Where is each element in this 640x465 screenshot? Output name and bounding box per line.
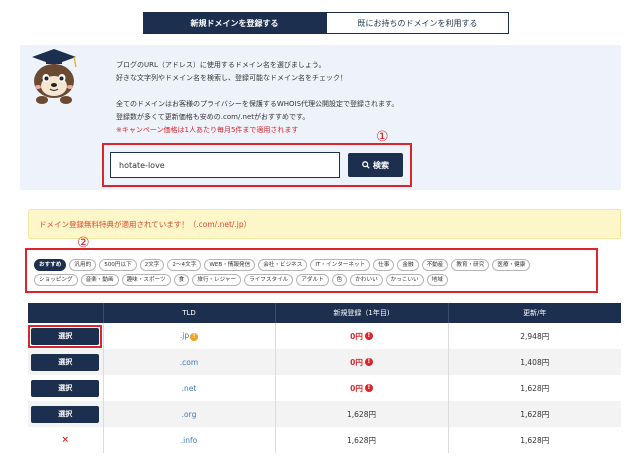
category-chip[interactable]: 金融 <box>397 259 419 271</box>
table-row: 選択 .net 0円! 1,628円 <box>28 375 621 401</box>
category-chip[interactable]: 趣味・スポーツ <box>121 274 171 286</box>
category-chip-recommended[interactable]: おすすめ <box>34 259 67 271</box>
category-chip[interactable]: 医療・健康 <box>492 259 531 271</box>
category-chip[interactable]: 汎用的 <box>69 259 97 271</box>
header-renewal: 更新/年 <box>448 303 621 323</box>
search-highlight-box: 検索 <box>102 143 412 187</box>
tld-name: .com <box>179 357 199 367</box>
renewal-price: 1,628円 <box>448 401 621 427</box>
category-chip[interactable]: アダルト <box>296 274 329 286</box>
select-button[interactable]: 選択 <box>31 379 100 397</box>
info-icon[interactable]: ! <box>364 358 373 366</box>
renewal-price: 1,628円 <box>448 427 621 453</box>
intro-line-1: ブログのURL（アドレス）に使用するドメイン名を選びましょう。 <box>116 61 326 69</box>
category-chip[interactable]: 地域 <box>426 274 448 286</box>
category-chip[interactable]: 2文字 <box>139 259 165 271</box>
tld-name: .org <box>181 409 197 419</box>
category-chip[interactable]: 会社・ビジネス <box>258 259 308 271</box>
intro-line-4: 登録数が多くて更新価格も安めの.com/.netがおすすめです。 <box>116 113 310 121</box>
free-price: 0円! <box>350 357 373 368</box>
table-row: 選択 .com 0円! 1,408円 <box>28 349 621 375</box>
category-chip[interactable]: 仕事 <box>373 259 395 271</box>
renewal-price: 2,948円 <box>448 323 621 349</box>
category-chip[interactable]: WEB・情報発信 <box>204 259 256 271</box>
renewal-price: 1,628円 <box>448 375 621 401</box>
category-chip[interactable]: 音楽・動画 <box>80 274 119 286</box>
campaign-note: ※キャンペーン価格は1人あたり毎月5件まで適用されます <box>116 126 299 134</box>
registration-price: 1,628円 <box>275 401 449 427</box>
category-row-2: ショッピング 音楽・動画 趣味・スポーツ 食 旅行・レジャー ライフスタイル ア… <box>34 274 590 286</box>
intro-line-3: 全てのドメインはお客様のプライバシーを保護するWHOIS代理公開設定で登録されま… <box>116 100 399 108</box>
table-row: × .info 1,628円 1,628円 <box>28 427 621 453</box>
notice-icon[interactable]: ! <box>190 333 199 341</box>
banner-text: ドメイン登録無料特典が適用されています！（.com/.net/.jp） <box>39 219 252 229</box>
select-highlight-box: 選択 <box>28 324 103 348</box>
free-price: 0円! <box>350 383 373 394</box>
unavailable-x-icon: × <box>61 435 70 445</box>
category-chip[interactable]: 500円以下 <box>99 259 137 271</box>
category-row-1: おすすめ 汎用的 500円以下 2文字 2〜4文字 WEB・情報発信 会社・ビジ… <box>34 259 590 271</box>
search-icon <box>362 161 370 169</box>
free-price: 0円! <box>350 331 373 342</box>
category-chip[interactable]: ライフスタイル <box>244 274 294 286</box>
category-chip[interactable]: かっこいい <box>385 274 424 286</box>
table-header-row: TLD 新規登録（1年目) 更新/年 <box>28 303 621 323</box>
category-filter-box: おすすめ 汎用的 500円以下 2文字 2〜4文字 WEB・情報発信 会社・ビジ… <box>25 248 598 293</box>
tab-use-existing-domain[interactable]: 既にお持ちのドメインを利用する <box>326 12 509 34</box>
search-button-label: 検索 <box>373 160 389 170</box>
domain-search-input[interactable] <box>110 152 340 178</box>
category-chip[interactable]: 色 <box>331 274 348 286</box>
header-new-registration: 新規登録（1年目) <box>275 303 449 323</box>
tab-register-new-domain[interactable]: 新規ドメインを登録する <box>143 12 326 34</box>
tld-name: .net <box>181 383 197 393</box>
category-chip[interactable]: 不動産 <box>421 259 449 271</box>
renewal-price: 1,408円 <box>448 349 621 375</box>
category-chip[interactable]: ショッピング <box>34 274 78 286</box>
intro-line-2: 好きな文字列やドメイン名を検索し、登録可能なドメイン名をチェック！ <box>116 74 347 82</box>
free-domain-banner: ドメイン登録無料特典が適用されています！（.com/.net/.jp） <box>28 209 621 239</box>
search-button[interactable]: 検索 <box>348 153 403 177</box>
intro-description: ブログのURL（アドレス）に使用するドメイン名を選びましょう。 好きな文字列やド… <box>116 59 398 137</box>
category-chip[interactable]: 2〜4文字 <box>167 259 202 271</box>
select-button[interactable]: 選択 <box>31 327 100 345</box>
tld-name: .jp <box>179 331 190 340</box>
category-chip[interactable]: 旅行・レジャー <box>192 274 242 286</box>
table-row: 選択 .org 1,628円 1,628円 <box>28 401 621 427</box>
registration-price: 1,628円 <box>275 427 449 453</box>
info-icon[interactable]: ! <box>364 332 373 340</box>
header-action <box>28 303 104 323</box>
domain-results-table: TLD 新規登録（1年目) 更新/年 選択 .jp! 0円! 2,948円 選択… <box>28 303 621 453</box>
table-row: 選択 .jp! 0円! 2,948円 <box>28 323 621 349</box>
category-chip[interactable]: かわいい <box>350 274 383 286</box>
sea-otter-mascot-icon <box>32 49 77 104</box>
domain-mode-tabs: 新規ドメインを登録する 既にお持ちのドメインを利用する <box>143 12 509 34</box>
category-chip[interactable]: 食 <box>173 274 190 286</box>
tld-name: .info <box>180 435 198 445</box>
select-button[interactable]: 選択 <box>31 405 100 423</box>
category-chip[interactable]: 教育・研究 <box>451 259 490 271</box>
header-tld: TLD <box>103 303 276 323</box>
select-button[interactable]: 選択 <box>31 353 100 371</box>
info-icon[interactable]: ! <box>364 384 373 392</box>
annotation-number-1: ① <box>376 129 389 145</box>
category-chip[interactable]: IT・インターネット <box>310 259 371 271</box>
